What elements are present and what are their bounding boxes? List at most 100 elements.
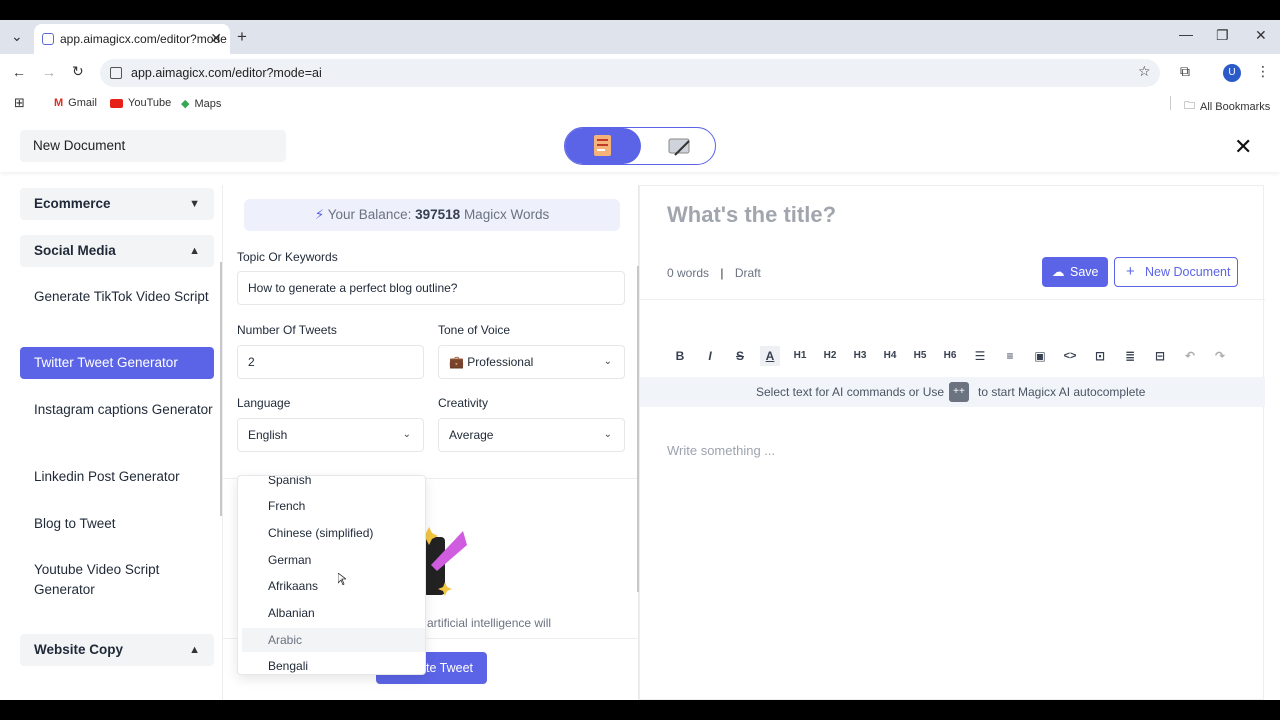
address-row: ← → ↻ app.aimagicx.com/editor?mode=ai ☆ … (0, 54, 1280, 92)
align-icon[interactable]: ≣ (1120, 346, 1140, 366)
section-label: Social Media (34, 243, 116, 258)
illustration-caption: artificial intelligence will (427, 616, 552, 630)
close-window-icon[interactable]: ✕ (1255, 27, 1267, 44)
address-bar[interactable]: app.aimagicx.com/editor?mode=ai (100, 59, 1160, 87)
text-color-icon[interactable]: A (760, 346, 780, 366)
bookmark-gmail[interactable]: M Gmail (54, 97, 97, 109)
language-option[interactable]: German (238, 548, 421, 572)
reload-icon[interactable]: ↻ (72, 63, 84, 80)
bookmark-label: Gmail (68, 97, 97, 109)
editor-body[interactable]: Write something ... (667, 443, 775, 458)
language-option[interactable]: Spanish (238, 476, 421, 492)
title-input[interactable]: What's the title? (667, 202, 836, 228)
save-button[interactable]: ☁ Save (1042, 257, 1108, 287)
redo-icon[interactable]: ↷ (1210, 346, 1230, 366)
bookmark-maps[interactable]: ◆ Maps (181, 97, 221, 111)
heading6-icon[interactable]: H6 (940, 346, 960, 366)
sidebar-item-blog-to-tweet[interactable]: Blog to Tweet (20, 514, 214, 534)
new-tab-icon[interactable]: + (237, 27, 247, 47)
save-label: Save (1070, 265, 1099, 279)
heading4-icon[interactable]: H4 (880, 346, 900, 366)
language-option[interactable]: Albanian (238, 601, 421, 625)
image-icon[interactable]: ▣ (1030, 346, 1050, 366)
minimize-icon[interactable]: — (1179, 26, 1193, 42)
menu-icon[interactable]: ⋮ (1256, 63, 1270, 80)
manual-mode-option[interactable] (641, 128, 717, 164)
language-select[interactable]: English ⌄ (237, 418, 424, 452)
tab-search-icon[interactable]: ⌄ (11, 28, 23, 45)
undo-icon[interactable]: ↶ (1180, 346, 1200, 366)
tone-select[interactable]: 💼 Professional ⌄ (438, 345, 625, 379)
balance-value: 397518 (415, 207, 461, 222)
bookmarks-bar: ⊞ M Gmail YouTube ◆ Maps 🗀 All Bookmarks (0, 92, 1280, 116)
restore-icon[interactable]: ❐ (1216, 27, 1229, 44)
bookmark-youtube[interactable]: YouTube (110, 97, 171, 109)
close-editor-icon[interactable]: ✕ (1234, 134, 1252, 160)
writing-icon (668, 138, 690, 156)
chevron-down-icon: ⌄ (603, 356, 612, 367)
back-icon[interactable]: ← (12, 64, 26, 80)
heading2-icon[interactable]: H2 (820, 346, 840, 366)
apps-grid-icon[interactable]: ⊞ (14, 95, 25, 111)
profile-avatar[interactable]: U (1223, 64, 1241, 82)
sidebar-item-youtube-script[interactable]: Youtube Video Script Generator (20, 560, 214, 600)
document-meta: 0 words | Draft (667, 266, 761, 280)
favicon-icon (42, 33, 54, 45)
language-option[interactable]: French (238, 494, 421, 518)
code-block-icon[interactable]: ⊡ (1090, 346, 1110, 366)
strikethrough-icon[interactable]: S (730, 346, 750, 366)
language-option-hovered[interactable]: Arabic (242, 628, 425, 652)
extensions-icon[interactable]: ⧉ (1180, 63, 1190, 80)
language-label: Language (237, 396, 291, 410)
creativity-select[interactable]: Average ⌄ (438, 418, 625, 452)
mouse-cursor-icon (338, 573, 346, 585)
bookmark-star-icon[interactable]: ☆ (1138, 63, 1151, 80)
bold-icon[interactable]: B (670, 346, 690, 366)
italic-icon[interactable]: I (700, 346, 720, 366)
ordered-list-icon[interactable]: ≡ (1000, 346, 1020, 366)
heading5-icon[interactable]: H5 (910, 346, 930, 366)
mode-toggle[interactable] (564, 127, 716, 165)
language-dropdown: Spanish French Chinese (simplified) Germ… (237, 475, 426, 675)
template-sidebar: Ecommerce ▼ Social Media ▲ Generate TikT… (12, 186, 222, 700)
language-option[interactable]: Bengali (238, 654, 421, 674)
lightning-icon: ⚡ (314, 207, 325, 222)
sidebar-item-instagram-captions[interactable]: Instagram captions Generator (20, 400, 214, 420)
meta-separator: | (720, 266, 724, 280)
ai-document-icon (594, 135, 611, 156)
language-option[interactable]: Chinese (simplified) (238, 521, 421, 545)
code-icon[interactable]: <> (1060, 346, 1080, 366)
tweets-input[interactable]: 2 (237, 345, 424, 379)
hint-text: Select text for AI commands or Use (756, 385, 945, 399)
sidebar-item-linkedin-post[interactable]: Linkedin Post Generator (20, 467, 214, 487)
close-tab-icon[interactable]: ✕ (210, 30, 222, 47)
chevron-down-icon: ⌄ (603, 429, 612, 440)
section-ecommerce[interactable]: Ecommerce ▼ (20, 188, 214, 220)
sidebar-item-tiktok-script[interactable]: Generate TikTok Video Script (20, 287, 214, 307)
topic-label: Topic Or Keywords (237, 250, 338, 264)
balance-prefix: Your Balance: (327, 207, 412, 222)
language-option[interactable]: Afrikaans (238, 574, 421, 598)
section-website-copy[interactable]: Website Copy ▲ (20, 634, 214, 666)
horizontal-rule-icon[interactable]: ⊟ (1150, 346, 1170, 366)
topic-input[interactable]: How to generate a perfect blog outline? (237, 271, 625, 305)
tab-bar: ⌄ app.aimagicx.com/editor?mode ✕ + — ❐ ✕ (0, 20, 1280, 54)
all-bookmarks-label: All Bookmarks (1200, 100, 1271, 113)
heading3-icon[interactable]: H3 (850, 346, 870, 366)
browser-tab[interactable]: app.aimagicx.com/editor?mode ✕ (34, 24, 230, 54)
heading1-icon[interactable]: H1 (790, 346, 810, 366)
ai-mode-option[interactable] (565, 128, 641, 164)
chevron-up-icon: ▲ (189, 245, 200, 257)
bookmarks-divider (1170, 96, 1171, 110)
new-document-button[interactable]: + New Document (1114, 257, 1238, 287)
balance-banner: ⚡ Your Balance: 397518 Magicx Words (244, 199, 620, 231)
hint-text: to start Magicx AI autocomplete (978, 385, 1146, 399)
sidebar-item-twitter-tweet[interactable]: Twitter Tweet Generator (20, 347, 214, 379)
quill-illustration (423, 527, 467, 596)
all-bookmarks[interactable]: 🗀 All Bookmarks (1184, 97, 1270, 116)
document-name-input[interactable]: New Document (20, 130, 286, 162)
forward-icon[interactable]: → (42, 64, 56, 80)
bullet-list-icon[interactable]: ☰ (970, 346, 990, 366)
site-info-icon[interactable] (110, 67, 122, 79)
section-social-media[interactable]: Social Media ▲ (20, 235, 214, 267)
